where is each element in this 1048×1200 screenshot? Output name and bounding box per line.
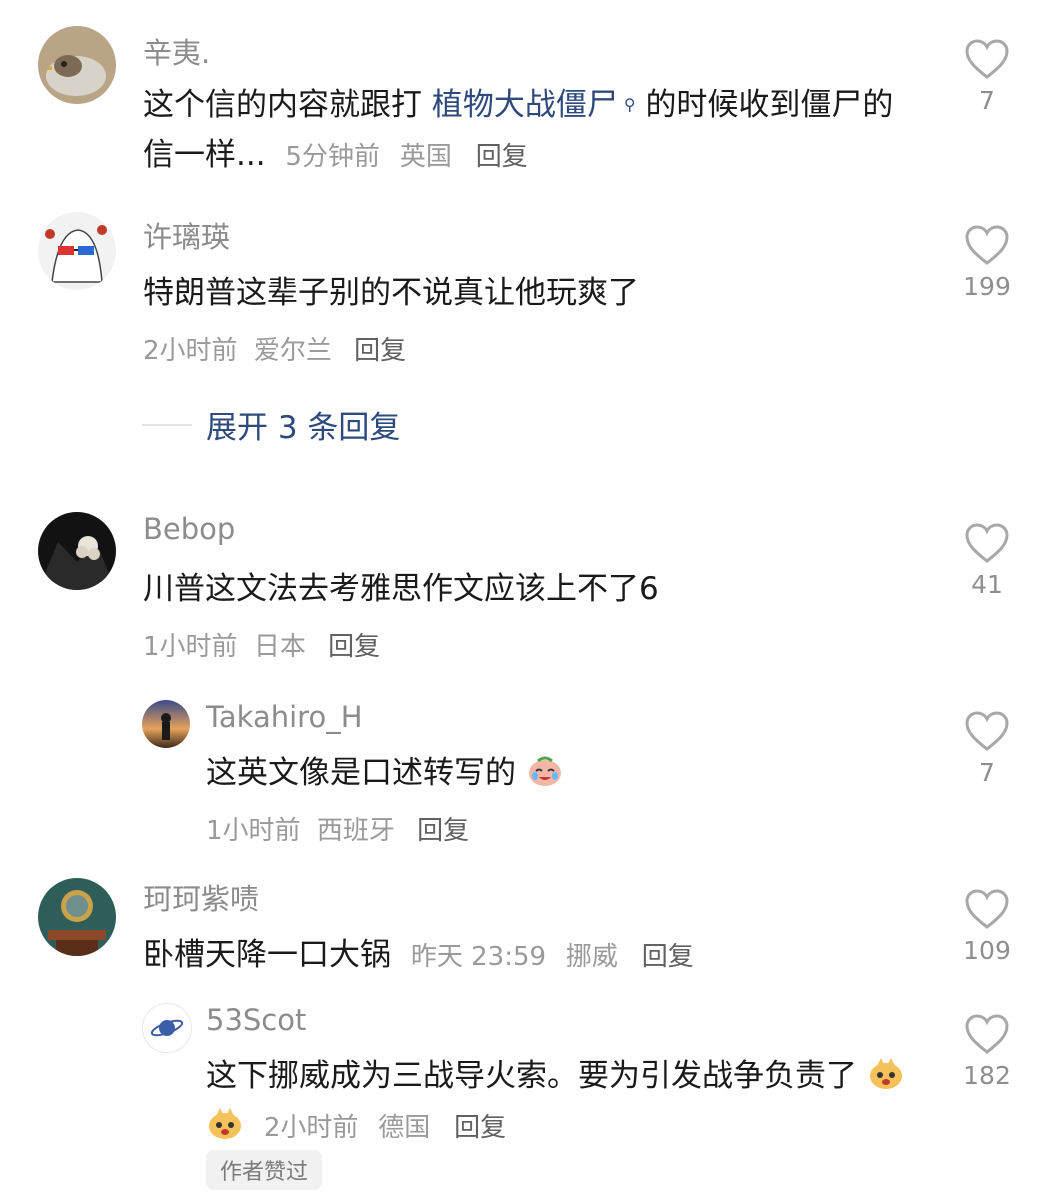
comment-text-part: 这下挪威成为三战导火索。要为引发战争负责了	[206, 1058, 857, 1094]
comment-text-part: 卧槽天降一口大锅	[143, 937, 391, 973]
comment-location: 德国	[378, 1113, 431, 1143]
comment-location: 英国	[399, 142, 452, 172]
like-button[interactable]: 182	[957, 1013, 1017, 1090]
comment-location: 挪威	[565, 942, 618, 972]
comment-location: 爱尔兰	[253, 336, 332, 366]
comment-text: 川普这文法去考雅思作文应该上不了6	[143, 571, 659, 607]
heart-icon	[965, 1014, 1009, 1054]
expand-replies-label: 展开 3 条回复	[206, 410, 401, 446]
username[interactable]: 许璃瑛	[143, 214, 230, 256]
like-count: 199	[963, 272, 1011, 301]
avatar[interactable]	[38, 26, 116, 104]
bird-avatar-icon	[38, 26, 116, 104]
reply-button[interactable]: 回复	[354, 336, 406, 366]
reply-item: Takahiro_H 这英文像是口述转写的 1小时前 西班牙 回复 7	[0, 690, 1048, 860]
comment-item: 辛夷. 这个信的内容就跟打 植物大战僵尸 ⚲ 的时候收到僵尸的信一样... 5分钟…	[0, 0, 1048, 190]
username[interactable]: Takahiro_H	[206, 700, 363, 734]
like-count: 41	[971, 570, 1003, 599]
divider	[142, 423, 192, 426]
topic-link[interactable]: 植物大战僵尸	[432, 87, 618, 123]
anime-avatar-icon	[38, 212, 116, 290]
reply-button[interactable]: 回复	[642, 942, 694, 972]
suit-flower-avatar-icon	[38, 512, 116, 590]
avatar[interactable]	[142, 700, 190, 748]
comment-item: 珂珂紫啧 卧槽天降一口大锅 昨天 23:59 挪威 回复 109	[0, 860, 1048, 990]
like-count: 7	[979, 758, 995, 787]
like-button[interactable]: 7	[957, 710, 1017, 787]
reply-button[interactable]: 回复	[417, 816, 469, 846]
username[interactable]: 珂珂紫啧	[143, 876, 259, 918]
comment-location: 西班牙	[316, 816, 395, 846]
comment-text-part: 这个信的内容就跟打	[143, 87, 422, 123]
author-liked-badge: 作者赞过	[206, 1150, 323, 1190]
heart-icon	[965, 523, 1009, 563]
sunset-avatar-icon	[142, 700, 190, 748]
comment-meta: 1小时前 西班牙 回复	[206, 810, 469, 847]
like-count: 7	[979, 86, 995, 115]
planet-avatar-icon	[143, 1004, 191, 1052]
comment-meta: 1小时前 日本 回复	[143, 626, 380, 663]
mirror-room-avatar-icon	[38, 878, 116, 956]
cat-face-emoji-icon	[206, 1104, 244, 1142]
comment-location: 日本	[253, 632, 306, 662]
comment-time: 1小时前	[206, 816, 301, 846]
comment-time: 2小时前	[143, 336, 238, 366]
comment-text: 特朗普这辈子别的不说真让他玩爽了	[143, 275, 639, 311]
heart-icon	[965, 39, 1009, 79]
like-button[interactable]: 109	[957, 888, 1017, 965]
avatar[interactable]	[38, 878, 116, 956]
comment-text: 卧槽天降一口大锅 昨天 23:59 挪威 回复	[143, 930, 923, 982]
comment-text: 这个信的内容就跟打 植物大战僵尸 ⚲ 的时候收到僵尸的信一样... 5分钟前 英国…	[143, 80, 923, 182]
like-count: 109	[963, 936, 1011, 965]
reply-item: 53Scot 这下挪威成为三战导火索。要为引发战争负责了 2小时前 德国 回复 …	[0, 995, 1048, 1200]
username[interactable]: Bebop	[143, 512, 235, 546]
reply-button[interactable]: 回复	[454, 1113, 506, 1143]
search-icon: ⚲	[623, 95, 636, 114]
comment-text-part: 这英文像是口述转写的	[206, 755, 516, 791]
cat-face-emoji-icon	[867, 1054, 905, 1092]
comment-time: 1小时前	[143, 632, 238, 662]
like-button[interactable]: 41	[957, 522, 1017, 599]
avatar[interactable]	[142, 1003, 192, 1053]
comment-meta: 2小时前 爱尔兰 回复	[143, 330, 406, 367]
comment-text: 这下挪威成为三战导火索。要为引发战争负责了 2小时前 德国 回复	[206, 1051, 916, 1153]
like-button[interactable]: 199	[957, 224, 1017, 301]
comment-time: 2小时前	[263, 1113, 359, 1143]
heart-icon	[965, 225, 1009, 265]
reply-button[interactable]: 回复	[328, 632, 380, 662]
like-count: 182	[963, 1061, 1011, 1090]
heart-icon	[965, 711, 1009, 751]
username[interactable]: 辛夷.	[143, 30, 210, 72]
comment-time: 5分钟前	[285, 142, 380, 172]
comment-time: 昨天 23:59	[410, 942, 547, 972]
comment-text: 这英文像是口述转写的	[206, 748, 986, 798]
username[interactable]: 53Scot	[206, 1003, 306, 1037]
avatar[interactable]	[38, 512, 116, 590]
like-button[interactable]: 7	[957, 38, 1017, 115]
expand-replies-button[interactable]: 展开 3 条回复	[142, 402, 400, 447]
avatar[interactable]	[38, 212, 116, 290]
heart-icon	[965, 889, 1009, 929]
comment-item: Bebop 川普这文法去考雅思作文应该上不了6 1小时前 日本 回复 41	[0, 500, 1048, 690]
crying-laughing-emoji-icon	[526, 751, 564, 789]
reply-button[interactable]: 回复	[476, 142, 528, 172]
